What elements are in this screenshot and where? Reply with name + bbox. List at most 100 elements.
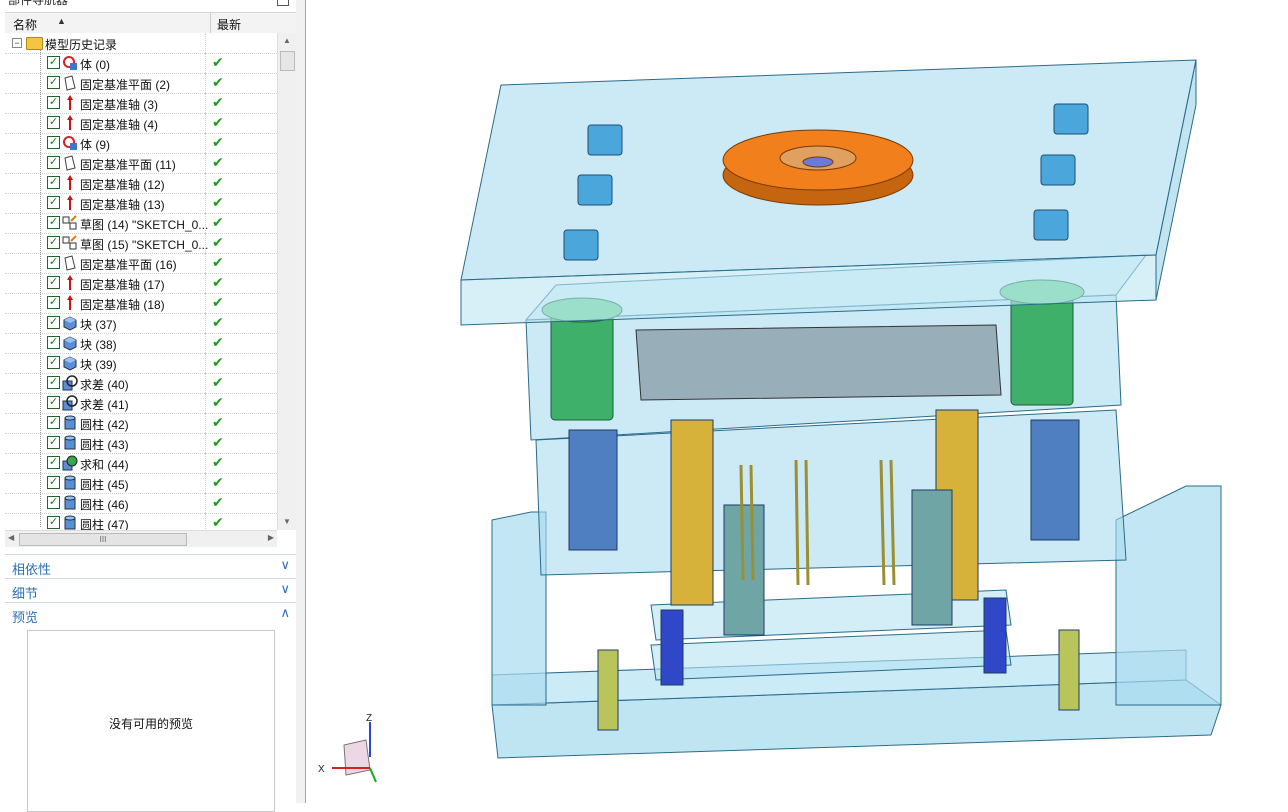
column-header: 名称 ▲ 最新 [5, 12, 296, 34]
tree-node[interactable]: ✓ 草图 (15) "SKETCH_0... ✔ [5, 233, 277, 254]
visibility-checkbox[interactable]: ✓ [47, 516, 60, 529]
tree-node[interactable]: ✓ 圆柱 (46) ✔ [5, 493, 277, 514]
column-divider [205, 113, 207, 133]
visibility-checkbox[interactable]: ✓ [47, 416, 60, 429]
tree-node[interactable]: ✓ 体 (0) ✔ [5, 53, 277, 74]
visibility-checkbox[interactable]: ✓ [47, 276, 60, 289]
column-name-header[interactable]: 名称 [13, 16, 37, 33]
tree-node[interactable]: ✓ 固定基准平面 (11) ✔ [5, 153, 277, 174]
tree-node[interactable]: ✓ 草图 (14) "SKETCH_0... ✔ [5, 213, 277, 234]
section-details[interactable]: 细节 ∨ [5, 578, 296, 601]
visibility-checkbox[interactable]: ✓ [47, 436, 60, 449]
column-divider [205, 353, 207, 373]
visibility-checkbox[interactable]: ✓ [47, 136, 60, 149]
tree-node[interactable]: ✓ 固定基准轴 (17) ✔ [5, 273, 277, 294]
tree-node[interactable]: ✓ 求差 (41) ✔ [5, 393, 277, 414]
tree-node[interactable]: ✓ 圆柱 (45) ✔ [5, 473, 277, 494]
scroll-thumb[interactable]: III [19, 533, 187, 546]
up-to-date-check-icon: ✔ [212, 154, 224, 170]
visibility-checkbox[interactable]: ✓ [47, 156, 60, 169]
tree-node[interactable]: ✓ 求和 (44) ✔ [5, 453, 277, 474]
visibility-checkbox[interactable]: ✓ [47, 256, 60, 269]
cavity-insert[interactable] [635, 324, 1002, 401]
datum-axis-icon [62, 95, 78, 111]
visibility-checkbox[interactable]: ✓ [47, 176, 60, 189]
column-divider [205, 133, 207, 153]
column-latest-header[interactable]: 最新 [217, 16, 241, 33]
visibility-checkbox[interactable]: ✓ [47, 56, 60, 69]
tree-node-label: 固定基准轴 (4) [80, 118, 159, 132]
visibility-checkbox[interactable]: ✓ [47, 456, 60, 469]
visibility-checkbox[interactable]: ✓ [47, 236, 60, 249]
pin-icon[interactable] [277, 0, 289, 6]
tree-node[interactable]: ✓ 固定基准平面 (16) ✔ [5, 253, 277, 274]
sort-ascending-icon[interactable]: ▲ [57, 16, 66, 26]
tree-node-label: 块 (37) [80, 318, 117, 332]
tree-node-label: 求和 (44) [80, 458, 129, 472]
triad-z-label: Z [366, 713, 372, 724]
tree-node[interactable]: ✓ 求差 (40) ✔ [5, 373, 277, 394]
column-divider [205, 33, 207, 53]
up-to-date-check-icon: ✔ [212, 394, 224, 410]
visibility-checkbox[interactable]: ✓ [47, 196, 60, 209]
chevron-up-icon[interactable]: ∧ [280, 605, 290, 621]
tree-node[interactable]: ✓ 固定基准轴 (12) ✔ [5, 173, 277, 194]
tree-node[interactable]: ✓ 圆柱 (47) ✔ [5, 513, 277, 530]
datum-plane-icon [62, 255, 78, 271]
tree-node[interactable]: ✓ 块 (37) ✔ [5, 313, 277, 334]
visibility-checkbox[interactable]: ✓ [47, 316, 60, 329]
tree-node-label: 草图 (15) "SKETCH_0... [80, 238, 209, 252]
collapse-icon[interactable]: − [12, 38, 22, 48]
column-divider [205, 193, 207, 213]
scroll-right-icon[interactable]: ▶ [268, 533, 274, 542]
mold-assembly-model[interactable]: Z X [306, 0, 1288, 803]
visibility-checkbox[interactable]: ✓ [47, 216, 60, 229]
panel-splitter[interactable] [296, 0, 306, 803]
locating-ring[interactable] [722, 129, 914, 206]
visibility-checkbox[interactable]: ✓ [47, 496, 60, 509]
support-pillar-right[interactable] [1115, 485, 1222, 706]
column-divider[interactable] [210, 13, 211, 33]
cylinder-icon [62, 515, 78, 530]
visibility-checkbox[interactable]: ✓ [47, 356, 60, 369]
tree-horizontal-scrollbar[interactable]: ◀ III ▶ [5, 530, 277, 547]
visibility-checkbox[interactable]: ✓ [47, 336, 60, 349]
chevron-down-icon[interactable]: ∨ [280, 557, 290, 573]
tree-node[interactable]: ✓ 固定基准轴 (13) ✔ [5, 193, 277, 214]
visibility-checkbox[interactable]: ✓ [47, 96, 60, 109]
visibility-checkbox[interactable]: ✓ [47, 76, 60, 89]
tree-node[interactable]: ✓ 体 (9) ✔ [5, 133, 277, 154]
preview-area: 没有可用的预览 [27, 630, 275, 812]
chevron-down-icon[interactable]: ∨ [280, 581, 290, 597]
section-dependencies-label: 相依性 [12, 562, 52, 577]
visibility-checkbox[interactable]: ✓ [47, 296, 60, 309]
scroll-down-icon[interactable]: ▼ [278, 514, 296, 530]
tree-node[interactable]: ✓ 圆柱 (43) ✔ [5, 433, 277, 454]
up-to-date-check-icon: ✔ [212, 434, 224, 450]
scroll-thumb[interactable] [280, 51, 295, 71]
tree-node[interactable]: ✓ 圆柱 (42) ✔ [5, 413, 277, 434]
column-divider [205, 473, 207, 493]
visibility-checkbox[interactable]: ✓ [47, 116, 60, 129]
scroll-left-icon[interactable]: ◀ [8, 533, 14, 542]
tree-node[interactable]: ✓ 固定基准轴 (18) ✔ [5, 293, 277, 314]
tree-vertical-scrollbar[interactable]: ▲ ▼ [277, 33, 296, 530]
folder-open-icon [26, 37, 43, 50]
scroll-up-icon[interactable]: ▲ [278, 33, 296, 49]
visibility-checkbox[interactable]: ✓ [47, 396, 60, 409]
visibility-checkbox[interactable]: ✓ [47, 376, 60, 389]
graphics-viewport[interactable]: Z X [306, 0, 1288, 803]
view-triad[interactable]: Z X [318, 713, 377, 783]
tree-node-model-history[interactable]: − 模型历史记录 [5, 33, 277, 54]
column-divider [205, 493, 207, 513]
support-pillar-left[interactable] [491, 511, 547, 706]
tree-node[interactable]: ✓ 块 (38) ✔ [5, 333, 277, 354]
tree-node[interactable]: ✓ 固定基准轴 (3) ✔ [5, 93, 277, 114]
tree-node-label: 体 (0) [80, 58, 111, 72]
section-preview[interactable]: 预览 ∧ [5, 602, 296, 625]
visibility-checkbox[interactable]: ✓ [47, 476, 60, 489]
tree-node[interactable]: ✓ 固定基准轴 (4) ✔ [5, 113, 277, 134]
tree-node[interactable]: ✓ 固定基准平面 (2) ✔ [5, 73, 277, 94]
section-dependencies[interactable]: 相依性 ∨ [5, 554, 296, 577]
tree-node[interactable]: ✓ 块 (39) ✔ [5, 353, 277, 374]
